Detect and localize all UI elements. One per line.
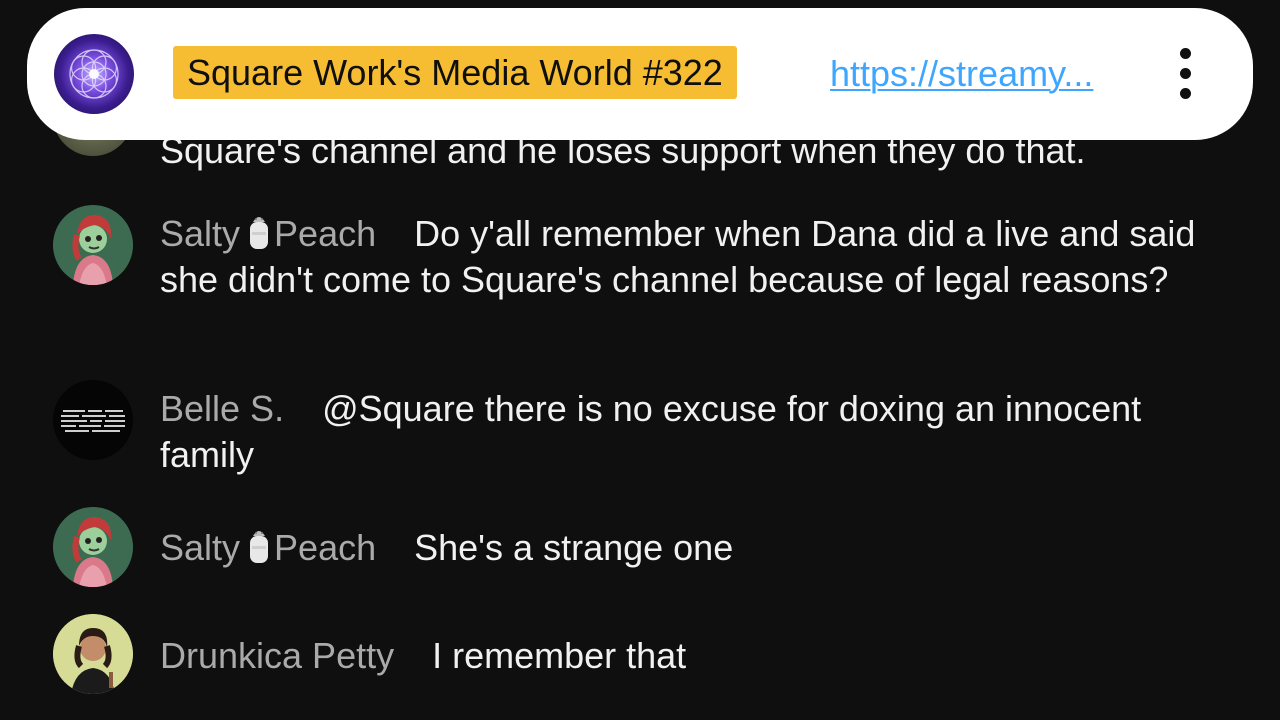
salt-shaker-icon	[248, 526, 270, 564]
live-chat-screen: Square's channel and he loses support wh…	[0, 0, 1280, 720]
chat-message-text: I remember that	[432, 635, 687, 676]
sacred-geometry-logo[interactable]	[54, 34, 134, 114]
avatar[interactable]	[53, 614, 133, 694]
avatar[interactable]	[53, 380, 133, 460]
author-name[interactable]: Drunkica Petty	[160, 635, 394, 676]
avatar[interactable]	[53, 507, 133, 587]
salt-shaker-icon	[248, 212, 270, 250]
chat-message-text: @Square there is no excuse for doxing an…	[160, 388, 1142, 475]
chat-message-text: She's a strange one	[414, 527, 734, 568]
author-name[interactable]: Salty Peach	[160, 527, 376, 568]
author-name[interactable]: Salty Peach	[160, 213, 376, 254]
more-vertical-icon[interactable]	[1171, 44, 1201, 104]
author-name[interactable]: Belle S.	[160, 388, 284, 429]
stream-link[interactable]: https://streamy...	[830, 54, 1093, 94]
stream-title[interactable]: Square Work's Media World #322	[173, 46, 737, 99]
avatar[interactable]	[53, 205, 133, 285]
pinned-banner: Square Work's Media World #322 https://s…	[27, 8, 1253, 140]
